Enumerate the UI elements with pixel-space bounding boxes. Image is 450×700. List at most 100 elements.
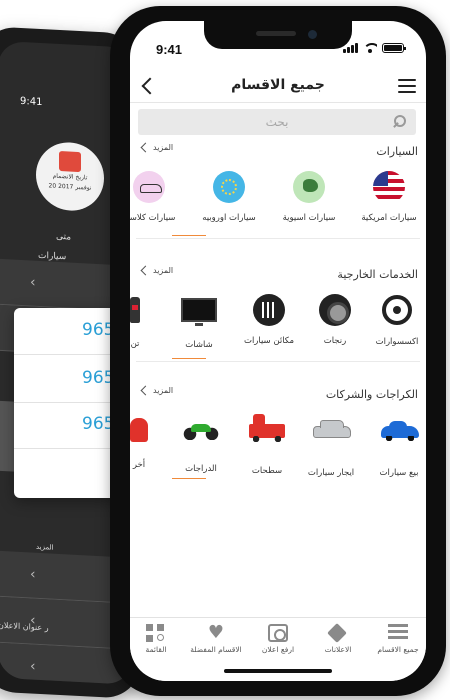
more-label: المزيد	[153, 386, 174, 395]
category-item[interactable]: أخر	[130, 412, 176, 470]
tab-post-ad[interactable]: ارفع اعلان	[248, 624, 308, 654]
list-icon	[388, 624, 408, 642]
camera-icon	[268, 624, 288, 642]
category-label: ايجار سيارات	[307, 468, 355, 478]
category-label: بيع سيارات	[379, 468, 419, 478]
home-indicator	[224, 669, 332, 673]
status-icons	[343, 43, 406, 53]
background-menu-label: القائمة	[0, 676, 21, 685]
join-date-badge: تاريخ الانضمام 20 نوفمبر 2017	[36, 140, 104, 213]
chevron-left-icon	[140, 265, 151, 276]
chevron-left-icon: ‹	[30, 658, 36, 675]
tab-label: القائمة	[145, 645, 167, 654]
tab-label: ارفع اعلان	[261, 645, 295, 654]
background-side-text: متى	[56, 231, 72, 243]
section-garages: الكراجات والشركات المزيد بيع سيارات ايجا…	[130, 385, 426, 498]
category-label: سيارات اوروبيه	[202, 213, 256, 223]
more-label: المزيد	[153, 266, 174, 275]
chevron-left-icon: ‹	[30, 566, 36, 583]
tab-ads[interactable]: الاعلانات	[308, 624, 368, 654]
category-label: تن	[130, 339, 140, 349]
category-label: سيارات امريكية	[361, 213, 417, 223]
tab-label: جميع الاقسام	[377, 645, 419, 654]
category-item[interactable]: سيارات اسيوية	[272, 169, 346, 223]
silver-car-icon	[313, 420, 351, 438]
category-label: أخر	[132, 460, 146, 470]
tab-label: الاقسام المفضلة	[190, 645, 242, 654]
category-label: سيارات اسيوية	[282, 213, 336, 223]
tab-all-categories[interactable]: جميع الاقسام	[368, 624, 426, 654]
category-item[interactable]: سيارات اوروبيه	[192, 169, 266, 223]
category-label: شاشات	[185, 340, 213, 350]
category-item[interactable]: شاشات	[162, 292, 236, 350]
blue-car-icon	[381, 421, 419, 441]
search-bar[interactable]	[138, 109, 416, 135]
category-item[interactable]: تن	[130, 292, 172, 349]
tab-label: الاعلانات	[324, 645, 352, 654]
status-time: 9:41	[156, 42, 183, 57]
section-services: الخدمات الخارجية المزيد اكسسوارات رنجات …	[130, 265, 426, 378]
tab-favorite-categories[interactable]: ♥ الاقسام المفضلة	[186, 622, 246, 655]
front-camera	[308, 30, 317, 39]
background-phone-time: 9:41	[20, 95, 43, 109]
category-item[interactable]: ايجار سيارات	[294, 412, 368, 478]
section-title: السيارات	[376, 145, 418, 158]
chevron-left-icon: ‹	[30, 274, 36, 291]
speaker-grille	[256, 31, 296, 36]
tab-menu[interactable]: القائمة	[130, 624, 186, 654]
red-car-icon	[130, 418, 148, 442]
gear-shift-icon	[253, 294, 285, 326]
grid-search-icon	[146, 624, 166, 642]
category-label: رنجات	[323, 336, 347, 346]
category-row: بيع سيارات ايجار سيارات سطحات الدراجات أ…	[130, 412, 426, 482]
category-row: سيارات امريكية سيارات اسيوية سيارات اورو…	[130, 169, 426, 239]
background-more-link: المزيد	[36, 542, 54, 552]
section-cars: السيارات المزيد سيارات امريكية سيارات اس…	[130, 142, 426, 255]
wifi-icon	[363, 43, 377, 53]
tyre-icon	[319, 294, 351, 326]
more-link[interactable]: المزيد	[140, 265, 174, 276]
category-label: سيارات كلاسي	[130, 213, 176, 223]
category-item[interactable]: سطحات	[230, 412, 304, 476]
app-header: جميع الاقسام	[130, 69, 426, 103]
tag-icon	[328, 624, 348, 642]
join-date-value: 20 نوفمبر 2017	[48, 182, 92, 192]
back-arrow-icon[interactable]	[138, 76, 158, 96]
eu-flag-icon	[213, 171, 245, 203]
category-item[interactable]: سيارات امريكية	[352, 169, 426, 223]
screen-icon	[181, 298, 217, 326]
section-title: الكراجات والشركات	[325, 388, 418, 401]
category-label: سطحات	[251, 466, 283, 476]
phone-frame: 9:41 جميع الاقسام السيارات المزيد	[110, 6, 446, 696]
category-item[interactable]: رنجات	[298, 292, 372, 346]
more-link[interactable]: المزيد	[140, 142, 174, 153]
calendar-icon	[59, 150, 81, 173]
category-item[interactable]: سيارات كلاسي	[130, 169, 186, 223]
heart-icon: ♥	[207, 622, 225, 643]
category-row: اكسسوارات رنجات مكائن سيارات شاشات تن	[130, 292, 426, 362]
divider	[136, 361, 420, 362]
asia-map-icon	[293, 171, 325, 203]
section-title: الخدمات الخارجية	[337, 268, 418, 281]
search-icon[interactable]	[392, 115, 406, 129]
scroll-indicator	[172, 358, 206, 359]
motorbike-icon	[183, 422, 219, 440]
phone-screen: 9:41 جميع الاقسام السيارات المزيد	[130, 21, 426, 681]
classic-car-icon	[133, 171, 165, 203]
hamburger-menu-icon[interactable]	[398, 79, 416, 93]
search-input[interactable]	[138, 109, 416, 135]
more-label: المزيد	[153, 143, 174, 152]
bottle-icon	[130, 297, 140, 323]
more-link[interactable]: المزيد	[140, 385, 174, 396]
battery-icon	[382, 43, 406, 53]
category-item[interactable]: بيع سيارات	[362, 412, 426, 478]
chevron-left-icon	[140, 385, 151, 396]
notch	[204, 21, 352, 49]
divider	[136, 238, 420, 239]
scroll-indicator	[172, 235, 206, 236]
tow-truck-icon	[249, 414, 285, 442]
us-flag-icon	[373, 171, 405, 203]
category-item[interactable]: مكائن سيارات	[232, 292, 306, 346]
chevron-left-icon	[140, 142, 151, 153]
scroll-indicator	[172, 478, 206, 479]
